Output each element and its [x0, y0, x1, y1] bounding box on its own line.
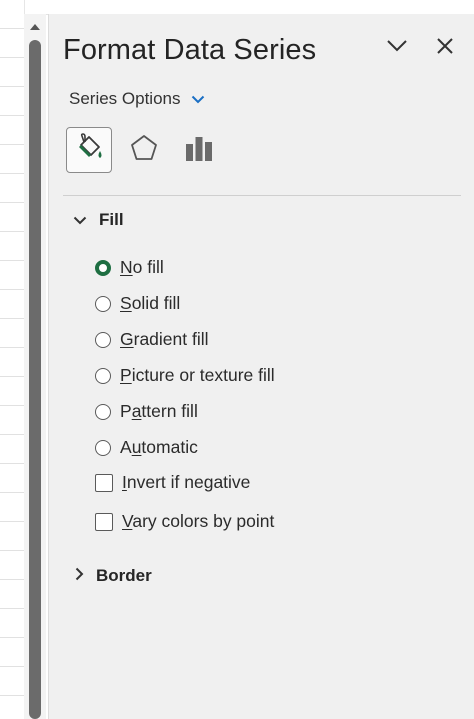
fill-section-label: Fill [99, 210, 124, 229]
solid-fill-label: Solid fill [120, 293, 181, 313]
radio-button[interactable] [95, 439, 111, 456]
series-options-dropdown[interactable]: Series Options [69, 89, 205, 109]
chevron-down-icon [386, 39, 408, 58]
chevron-down-icon [191, 89, 205, 109]
no-fill-radio[interactable]: No fill [95, 257, 164, 278]
checkbox[interactable] [95, 473, 113, 492]
format-data-series-pane: Format Data Series Series Options Fill N… [48, 14, 474, 719]
bar-chart-icon [183, 132, 215, 169]
radio-button[interactable] [95, 367, 111, 384]
tab-divider [63, 195, 461, 196]
radio-button[interactable] [95, 295, 111, 312]
fill-section-header[interactable]: Fill [73, 210, 124, 230]
spreadsheet-top-strip [0, 0, 474, 15]
automatic-fill-radio[interactable]: Automatic [95, 437, 198, 458]
spreadsheet-grid-edge [0, 0, 25, 719]
pane-title: Format Data Series [63, 34, 317, 66]
automatic-fill-label: Automatic [120, 437, 198, 457]
picture-texture-fill-radio[interactable]: Picture or texture fill [95, 365, 275, 386]
gradient-fill-label: Gradient fill [120, 329, 209, 349]
scroll-up-arrow-icon[interactable] [27, 20, 43, 34]
picture-texture-fill-label: Picture or texture fill [120, 365, 275, 385]
paint-bucket-icon [72, 131, 106, 170]
solid-fill-radio[interactable]: Solid fill [95, 293, 180, 314]
checkbox[interactable] [95, 512, 113, 531]
pentagon-icon [128, 132, 160, 169]
vary-colors-by-point-checkbox[interactable]: Vary colors by point [95, 511, 274, 532]
effects-tab[interactable] [121, 127, 167, 173]
border-section-label: Border [96, 566, 152, 585]
series-options-label: Series Options [69, 89, 181, 108]
close-pane-button[interactable] [431, 34, 459, 62]
radio-button[interactable] [95, 331, 111, 348]
pattern-fill-radio[interactable]: Pattern fill [95, 401, 198, 422]
chevron-right-icon [75, 566, 84, 586]
invert-if-negative-checkbox[interactable]: Invert if negative [95, 472, 250, 493]
chevron-down-icon [73, 210, 87, 230]
pane-options-button[interactable] [383, 34, 411, 62]
no-fill-label: No fill [120, 257, 164, 277]
radio-button-selected[interactable] [95, 259, 111, 276]
radio-button[interactable] [95, 403, 111, 420]
invert-if-negative-label: Invert if negative [122, 472, 251, 492]
border-section-header[interactable]: Border [75, 566, 152, 586]
series-options-tab[interactable] [176, 127, 222, 173]
close-icon [436, 37, 454, 60]
gradient-fill-radio[interactable]: Gradient fill [95, 329, 209, 350]
fill-line-tab[interactable] [66, 127, 112, 173]
vary-colors-by-point-label: Vary colors by point [122, 511, 275, 531]
scrollbar-thumb[interactable] [29, 40, 41, 719]
pattern-fill-label: Pattern fill [120, 401, 198, 421]
